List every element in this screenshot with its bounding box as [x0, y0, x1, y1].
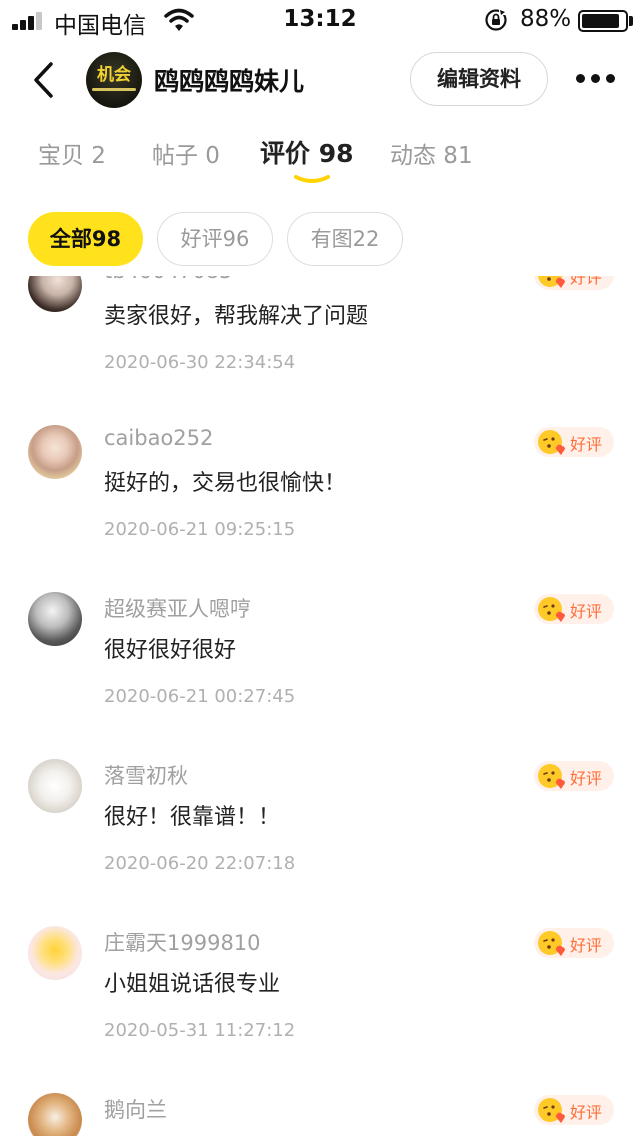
positive-review-badge: 好评: [534, 1095, 614, 1125]
reviewer-name[interactable]: 超级赛亚人嗯哼: [104, 593, 251, 623]
reviewer-avatar[interactable]: [28, 759, 82, 813]
kiss-emoji-icon: [538, 764, 565, 789]
filter-all[interactable]: 全部98: [28, 212, 143, 266]
kiss-emoji-icon: [538, 276, 565, 288]
battery-icon: [578, 10, 628, 32]
profile-tabs: 宝贝 2 帖子 0 评价 98 动态 81: [0, 130, 640, 190]
review-item[interactable]: 鹅向兰 好评: [0, 1011, 640, 1136]
shop-logo-subtitle-bar: [92, 88, 136, 91]
rotation-lock-icon: [485, 9, 507, 31]
status-bar: 中国电信 13:12 88%: [0, 0, 640, 40]
reviewer-name[interactable]: caibao252: [104, 426, 213, 450]
review-comment: 卖家很好，帮我解决了问题: [104, 304, 369, 329]
shop-header: 机会 鸥鸥鸥鸥妹儿 编辑资料: [0, 40, 640, 120]
reviewer-avatar[interactable]: [28, 1093, 82, 1136]
review-item[interactable]: tb40047085 好评 卖家很好，帮我解决了问题 2020-06-30 22…: [0, 276, 640, 373]
positive-review-badge: 好评: [534, 276, 614, 290]
more-options-icon[interactable]: [576, 74, 616, 84]
badge-label: 好评: [570, 769, 603, 788]
edit-profile-button[interactable]: 编辑资料: [410, 52, 548, 106]
reviewer-avatar[interactable]: [28, 276, 82, 312]
active-tab-indicator: [294, 175, 330, 183]
battery-cap: [629, 16, 633, 26]
positive-review-badge: 好评: [534, 761, 614, 791]
review-list[interactable]: tb40047085 好评 卖家很好，帮我解决了问题 2020-06-30 22…: [0, 276, 640, 1136]
review-item[interactable]: 庄霸天1999810 好评 小姐姐说话很专业 2020-05-31 11:27:…: [0, 844, 640, 1041]
reviewer-name[interactable]: 庄霸天1999810: [104, 927, 261, 957]
tab-posts[interactable]: 帖子 0: [152, 136, 220, 170]
positive-review-badge: 好评: [534, 427, 614, 457]
badge-label: 好评: [570, 936, 603, 955]
badge-label: 好评: [570, 1103, 603, 1122]
shop-name: 鸥鸥鸥鸥妹儿: [154, 67, 305, 96]
review-comment: 很好很好很好: [104, 638, 237, 663]
review-comment: 小姐姐说话很专业: [104, 972, 281, 997]
badge-label: 好评: [570, 276, 603, 287]
shop-logo-text: 机会: [97, 65, 131, 85]
reviewer-name[interactable]: 落雪初秋: [104, 760, 188, 790]
review-item[interactable]: caibao252 好评 挺好的，交易也很愉快！ 2020-06-21 09:2…: [0, 343, 640, 540]
filter-with-photos[interactable]: 有图22: [287, 212, 403, 266]
kiss-emoji-icon: [538, 597, 565, 622]
reviewer-name[interactable]: 鹅向兰: [104, 1094, 167, 1124]
reviewer-name[interactable]: tb40047085: [104, 276, 232, 283]
review-comment: 挺好的，交易也很愉快！: [104, 471, 347, 496]
reviewer-avatar[interactable]: [28, 425, 82, 479]
tab-items[interactable]: 宝贝 2: [38, 136, 106, 170]
badge-label: 好评: [570, 602, 603, 621]
kiss-emoji-icon: [538, 430, 565, 455]
reviewer-avatar[interactable]: [28, 926, 82, 980]
filter-positive[interactable]: 好评96: [157, 212, 273, 266]
tab-activity[interactable]: 动态 81: [390, 136, 473, 170]
review-item[interactable]: 超级赛亚人嗯哼 好评 很好很好很好 2020-06-21 00:27:45: [0, 510, 640, 707]
tab-reviews[interactable]: 评价 98: [260, 134, 354, 170]
kiss-emoji-icon: [538, 1098, 565, 1123]
positive-review-badge: 好评: [534, 928, 614, 958]
reviewer-avatar[interactable]: [28, 592, 82, 646]
review-item[interactable]: 落雪初秋 好评 很好！很靠谱！！ 2020-06-20 22:07:18: [0, 677, 640, 874]
review-comment: 很好！很靠谱！！: [104, 805, 281, 830]
kiss-emoji-icon: [538, 931, 565, 956]
back-button[interactable]: [26, 58, 62, 102]
battery-percent: 88%: [520, 6, 572, 32]
positive-review-badge: 好评: [534, 594, 614, 624]
badge-label: 好评: [570, 435, 603, 454]
shop-avatar[interactable]: 机会: [86, 52, 142, 108]
